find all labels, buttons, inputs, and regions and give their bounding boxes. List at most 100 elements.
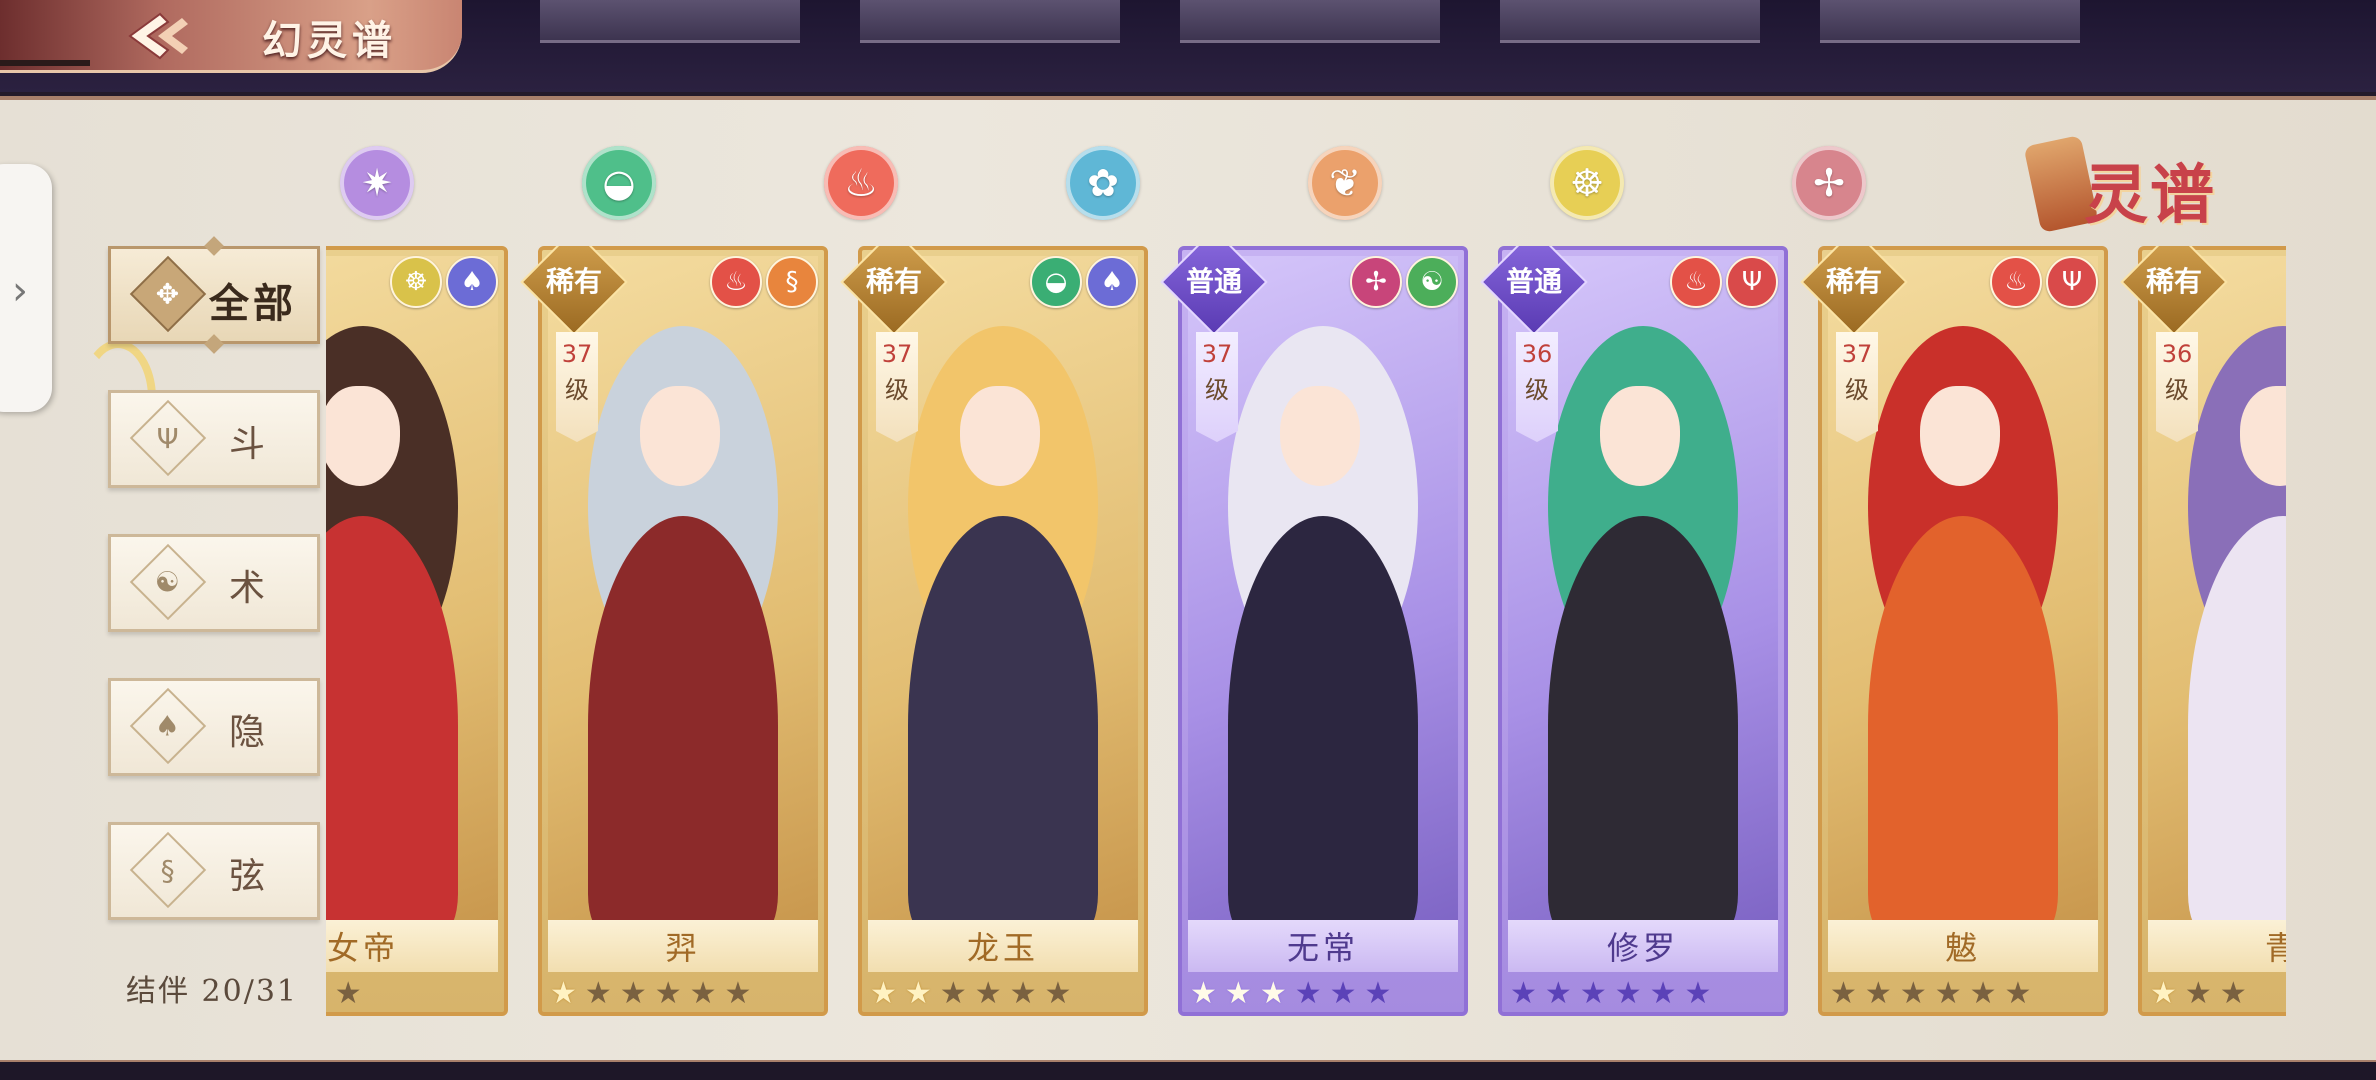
- level-tag: 37 级: [876, 332, 918, 442]
- star-icon: ★: [550, 976, 577, 1011]
- name-plate: 女帝: [326, 920, 498, 972]
- character-portrait: [326, 256, 498, 922]
- character-card[interactable]: ☸♠女帝★★★★: [326, 246, 508, 1016]
- rarity-label: 稀有: [546, 265, 603, 298]
- character-name: 羿: [664, 929, 701, 967]
- star-icon: ★: [904, 976, 932, 1011]
- level-unit: 级: [1205, 376, 1229, 404]
- wheel-icon-glyph: ☸: [404, 267, 428, 297]
- fire-icon[interactable]: ♨: [824, 146, 898, 220]
- filter-button-0[interactable]: ✥ 全部: [108, 246, 320, 344]
- star-icon: ★: [334, 976, 362, 1011]
- bond-label: 结伴: [126, 974, 190, 1009]
- name-plate: 龙玉: [868, 920, 1138, 972]
- star-icon: ★: [654, 976, 682, 1011]
- claw-icon[interactable]: ❦: [1308, 146, 1382, 220]
- lingpu-logo: 灵谱: [2023, 134, 2242, 234]
- name-plate: 修罗: [1508, 920, 1778, 972]
- star-rating: ★★★★: [326, 976, 362, 1012]
- level-unit: 级: [2165, 376, 2189, 404]
- top-decoration: [860, 0, 1120, 43]
- top-decoration: [1180, 0, 1440, 43]
- star-rating: ★ ★ ★ ★ ★ ★: [1830, 976, 2031, 1012]
- character-card[interactable]: 稀有 37 级 ◒ ♠ 龙玉 ★ ★ ★ ★ ★ ★: [840, 246, 1148, 1016]
- filter-button-2[interactable]: ☯ 术: [108, 534, 320, 632]
- star-rating: ★ ★ ★ ★ ★ ★: [870, 976, 1071, 1012]
- rarity-label: 普通: [1506, 265, 1563, 298]
- top-decoration: [1820, 0, 2080, 43]
- purple-shuriken-icon[interactable]: ✷: [340, 146, 414, 220]
- star-icon: ★: [584, 976, 612, 1011]
- yin-yang-icon: ☯: [1406, 256, 1458, 308]
- character-card[interactable]: 普通 36 级 ♨ Ψ 修罗 ★ ★ ★ ★ ★ ★: [1480, 246, 1788, 1016]
- page-title: 幻灵谱: [262, 17, 397, 64]
- star-icon: ★: [1830, 976, 1857, 1011]
- portrait-outfit: [1228, 516, 1418, 922]
- pinwheel-icon[interactable]: ✢: [1792, 146, 1866, 220]
- wheel-icon: ☸: [390, 256, 442, 308]
- star-icon: ★: [1684, 976, 1712, 1011]
- portrait-face: [640, 386, 720, 486]
- element-badges: ♨ §: [710, 256, 818, 308]
- water-splash-icon[interactable]: ✿: [1066, 146, 1140, 220]
- element-badges: ◒ ♠: [1030, 256, 1138, 308]
- star-icon: ★: [2219, 976, 2247, 1011]
- star-icon: ★: [1544, 976, 1572, 1011]
- level-tag: 37 级: [1196, 332, 1238, 442]
- level-number: 37: [1841, 340, 1873, 368]
- fire-icon-glyph: ♨: [2004, 267, 2028, 297]
- character-card[interactable]: 稀有 36 级青 ★ ★ ★: [2120, 246, 2286, 1016]
- character-card[interactable]: 稀有 37 级 ♨ § 羿 ★ ★ ★ ★ ★ ★: [520, 246, 828, 1016]
- spike-icon-glyph: ♠: [155, 709, 181, 743]
- trident-icon: Ψ: [129, 399, 207, 477]
- character-name: 魃: [1944, 929, 1981, 967]
- back-arrow-icon[interactable]: [112, 8, 208, 64]
- element-badges: ✢ ☯: [1350, 256, 1458, 308]
- wheel-icon[interactable]: ☸: [1550, 146, 1624, 220]
- fire-icon: ♨: [1990, 256, 2042, 308]
- water-splash-icon-glyph: ✿: [1087, 161, 1119, 205]
- filter-button-1[interactable]: Ψ斗: [108, 390, 320, 488]
- level-tag: 36 级: [1516, 332, 1558, 442]
- filter-label: 斗: [229, 424, 270, 465]
- star-icon: ★: [1009, 976, 1037, 1011]
- level-unit: 级: [565, 376, 589, 404]
- star-rating: ★ ★ ★: [2150, 976, 2247, 1012]
- star-icon: ★: [326, 979, 327, 1009]
- filter-button-3[interactable]: ♠ 隐: [108, 678, 320, 776]
- character-name: 无常: [1286, 929, 1359, 967]
- diamond-cluster-icon: ✥: [129, 255, 207, 333]
- fire-icon-glyph: ♨: [843, 161, 879, 205]
- side-expand-tab[interactable]: ›: [0, 164, 52, 412]
- level-unit: 级: [1525, 376, 1549, 404]
- star-rating: ★ ★ ★ ★ ★ ★: [1510, 976, 1711, 1012]
- filter-button-4[interactable]: § 弦: [108, 822, 320, 920]
- swirl-icon: §: [129, 831, 207, 909]
- green-bowl-icon[interactable]: ◒: [582, 146, 656, 220]
- trident-icon: Ψ: [1726, 256, 1778, 308]
- character-card[interactable]: 稀有 37 级 ♨ Ψ 魃 ★ ★ ★ ★ ★ ★: [1800, 246, 2108, 1016]
- filter-label: 隐: [229, 712, 270, 753]
- star-icon: ★: [870, 976, 897, 1011]
- star-icon: ★: [1969, 976, 1997, 1011]
- star-rating: ★ ★ ★ ★ ★ ★: [550, 976, 751, 1012]
- star-icon: ★: [2004, 976, 2032, 1011]
- swirl-icon: §: [766, 256, 818, 308]
- character-card[interactable]: 普通 37 级 ✢ ☯ 无常 ★ ★ ★ ★ ★ ★: [1160, 246, 1468, 1016]
- purple-shuriken-icon-glyph: ✷: [361, 161, 393, 205]
- logo-text: 灵谱: [2084, 158, 2216, 233]
- level-number: 36: [1521, 340, 1553, 368]
- star-icon: ★: [1649, 976, 1677, 1011]
- rarity-label: 稀有: [1826, 265, 1883, 298]
- portrait-face: [1920, 386, 2000, 486]
- level-number: 37: [1201, 340, 1233, 368]
- trident-icon-glyph: Ψ: [2061, 267, 2083, 297]
- green-bowl-icon: ◒: [1030, 256, 1082, 308]
- portrait-face: [1600, 386, 1680, 486]
- fire-icon-glyph: ♨: [724, 267, 748, 297]
- rarity-label: 稀有: [2146, 265, 2203, 298]
- bond-value: 20/31: [201, 974, 299, 1009]
- star-icon: ★: [619, 976, 647, 1011]
- star-icon: ★: [1614, 976, 1642, 1011]
- star-icon: ★: [1364, 976, 1392, 1011]
